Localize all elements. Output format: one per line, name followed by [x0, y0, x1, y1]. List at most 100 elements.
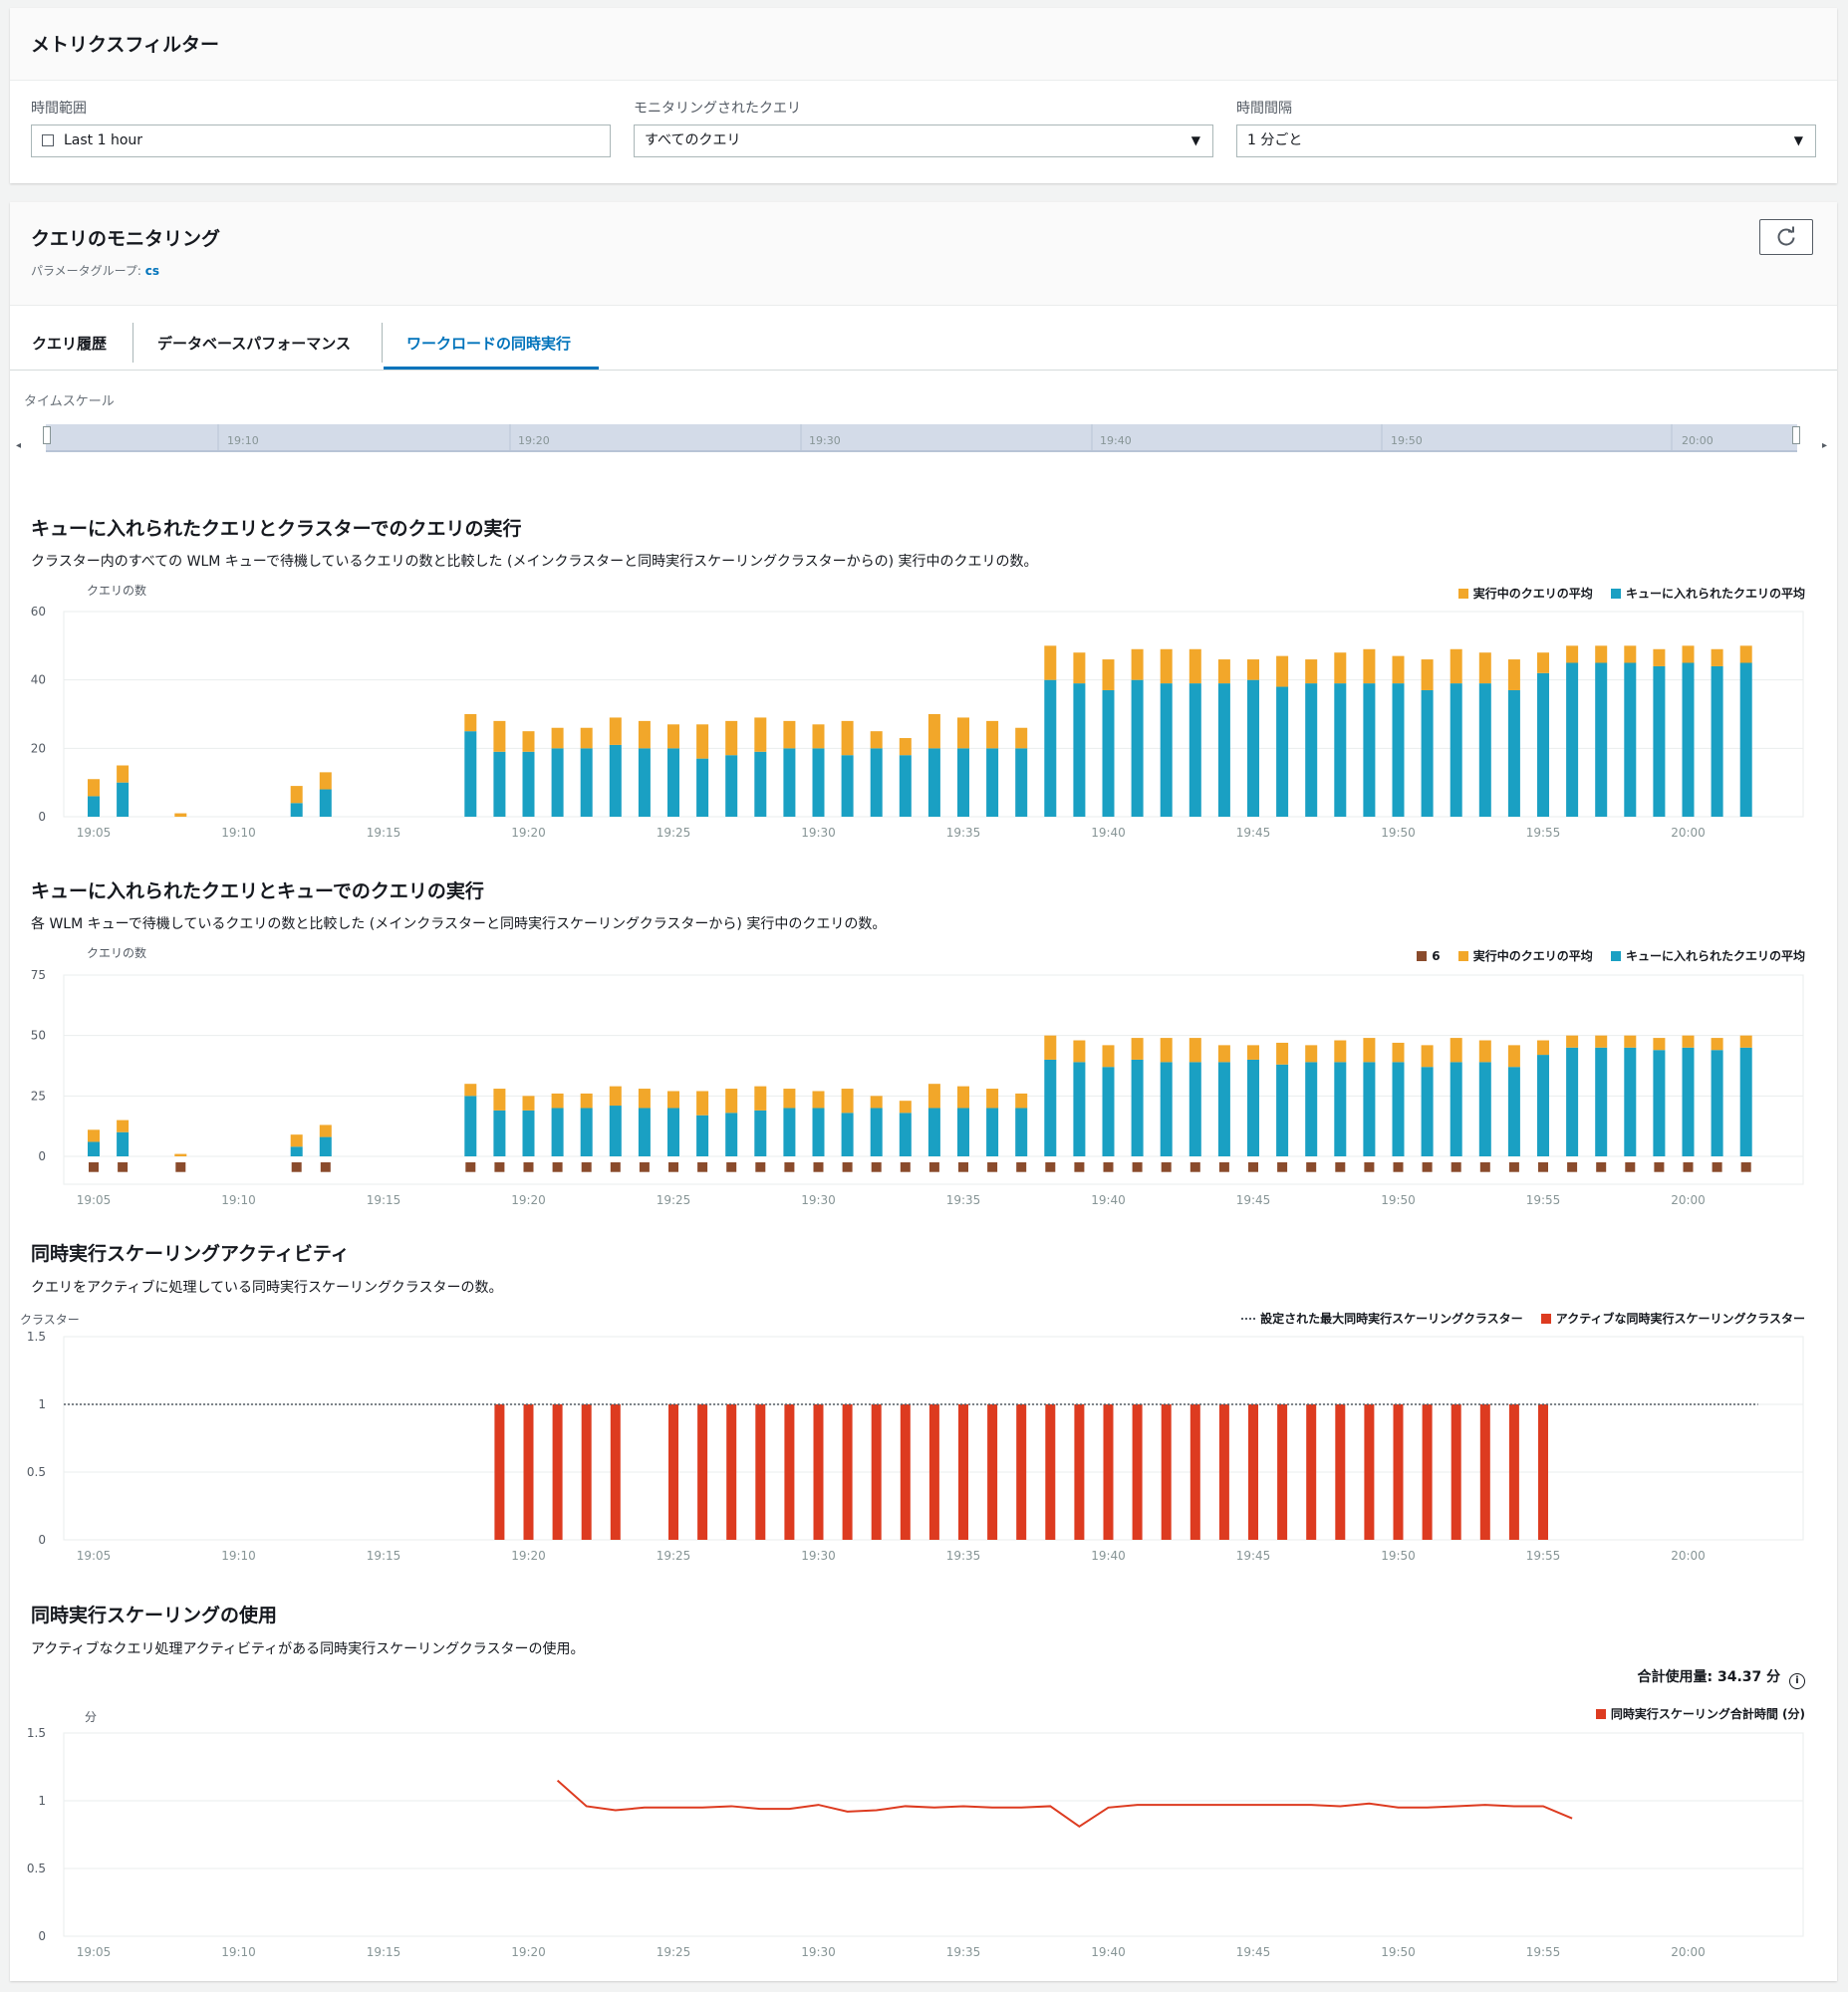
timescale-tick-label: 20:00 [1682, 434, 1714, 447]
y-tick-label: 40 [31, 673, 46, 687]
running-bar [1450, 1038, 1462, 1063]
x-tick-label: 19:25 [657, 1549, 691, 1563]
queued-bar [1334, 1062, 1347, 1156]
time-range-input[interactable]: Last 1 hour [31, 124, 611, 157]
running-bar [812, 1091, 825, 1109]
running-bar [174, 813, 187, 817]
tab-query-history[interactable]: クエリ履歴 [32, 333, 107, 354]
queued-bar [117, 1131, 130, 1156]
activity-chart-description: クエリをアクティブに処理している同時実行スケーリングクラスターの数。 [31, 1280, 503, 1296]
six-marker [668, 1162, 678, 1172]
timescale-arrow-right[interactable]: ▸ [1822, 440, 1827, 451]
interval-select[interactable]: 1 分ごと ▼ [1236, 124, 1816, 157]
time-range-label: 時間範囲 [31, 101, 87, 117]
running-bar [696, 1091, 709, 1116]
running-bar [1450, 648, 1462, 684]
active-cluster-bar [784, 1404, 795, 1540]
six-marker [1074, 1162, 1085, 1172]
active-cluster-bar [610, 1404, 621, 1540]
running-bar [1015, 727, 1028, 749]
running-bar [1247, 659, 1259, 680]
running-bar [551, 1093, 564, 1109]
usage-total-label: 合計使用量: 34.37 分 [1637, 1669, 1781, 1685]
queued-bar [580, 748, 593, 817]
x-tick-label: 19:15 [367, 1193, 401, 1207]
running-bar [986, 720, 999, 749]
x-tick-label: 19:35 [946, 1549, 981, 1563]
x-tick-label: 20:00 [1671, 1193, 1706, 1207]
running-bar [1595, 645, 1608, 663]
running-bar [899, 1101, 912, 1114]
running-bar [1653, 648, 1666, 666]
six-marker [1218, 1162, 1229, 1172]
parameter-group-link[interactable]: cs [145, 264, 159, 278]
queued-bar [522, 751, 535, 817]
running-bar [957, 1086, 969, 1109]
timescale-bar[interactable]: 19:10 19:20 19:30 19:40 19:50 20:00 [43, 424, 1800, 452]
running-bar [812, 724, 825, 749]
x-tick-label: 19:50 [1381, 1193, 1416, 1207]
queued-bar [88, 796, 100, 817]
x-tick-label: 19:10 [221, 1193, 256, 1207]
active-cluster-bar [900, 1404, 911, 1540]
active-cluster-bar [1508, 1404, 1519, 1540]
six-marker [1016, 1162, 1027, 1172]
x-tick-label: 19:25 [657, 1193, 691, 1207]
tab-database-performance[interactable]: データベースパフォーマンス [157, 333, 351, 354]
queued-bar [1537, 1055, 1549, 1156]
running-bar [464, 1084, 477, 1097]
queued-bar [696, 1115, 709, 1156]
queued-bar [464, 731, 477, 817]
timescale-tick-label: 19:10 [227, 434, 259, 447]
x-tick-label: 19:35 [946, 1945, 981, 1959]
running-bar [667, 724, 679, 749]
monitored-queries-select[interactable]: すべてのクエリ ▼ [634, 124, 1213, 157]
running-bar [290, 786, 303, 804]
timescale-tick-label: 19:20 [518, 434, 550, 447]
x-tick-label: 19:50 [1381, 1945, 1416, 1959]
running-bar [1478, 1040, 1491, 1063]
y-tick-label: 25 [31, 1089, 46, 1103]
running-bar [88, 779, 100, 797]
six-marker [1422, 1162, 1433, 1172]
queued-bar [1566, 662, 1579, 817]
active-cluster-bar [552, 1404, 563, 1540]
timescale-tick-label: 19:50 [1391, 434, 1423, 447]
queued-bar [551, 748, 564, 817]
usage-chart-description: アクティブなクエリ処理アクティビティがある同時実行スケーリングクラスターの使用。 [31, 1641, 585, 1657]
y-tick-label: 0 [38, 810, 46, 824]
six-marker [900, 1162, 911, 1172]
six-marker [1508, 1162, 1519, 1172]
queued-bar [1015, 748, 1028, 817]
queued-bar [1247, 679, 1259, 817]
queued-bar [667, 748, 679, 817]
running-bar [783, 1089, 796, 1109]
x-tick-label: 19:30 [801, 1945, 836, 1959]
y-tick-label: 1.5 [27, 1726, 46, 1740]
queued-bar [1217, 1062, 1230, 1156]
running-bar [319, 1124, 332, 1137]
info-icon[interactable]: i [1789, 1673, 1805, 1689]
running-bar [870, 731, 883, 749]
active-cluster-bar [523, 1404, 534, 1540]
six-marker [1712, 1162, 1722, 1172]
active-cluster-bar [668, 1404, 678, 1540]
running-bar [1711, 1038, 1723, 1051]
active-cluster-swatch [1540, 1314, 1551, 1324]
queued-bar [1507, 689, 1520, 817]
queued-bar [522, 1110, 535, 1156]
active-cluster-bar [842, 1404, 853, 1540]
queued-bar [609, 744, 622, 817]
timescale-arrow-left[interactable]: ◂ [16, 440, 21, 451]
y-tick-label: 20 [31, 741, 46, 755]
x-tick-label: 19:55 [1526, 826, 1561, 840]
active-cluster-bar [1277, 1404, 1288, 1540]
active-cluster-bar [1422, 1404, 1433, 1540]
timescale-tick-label: 19:30 [809, 434, 841, 447]
refresh-button[interactable] [1759, 219, 1813, 255]
timescale-tick-label: 19:40 [1100, 434, 1132, 447]
x-tick-label: 19:10 [221, 1549, 256, 1563]
tab-divider [132, 323, 133, 363]
tab-workload-concurrency[interactable]: ワークロードの同時実行 [406, 333, 571, 354]
x-tick-label: 19:35 [946, 826, 981, 840]
